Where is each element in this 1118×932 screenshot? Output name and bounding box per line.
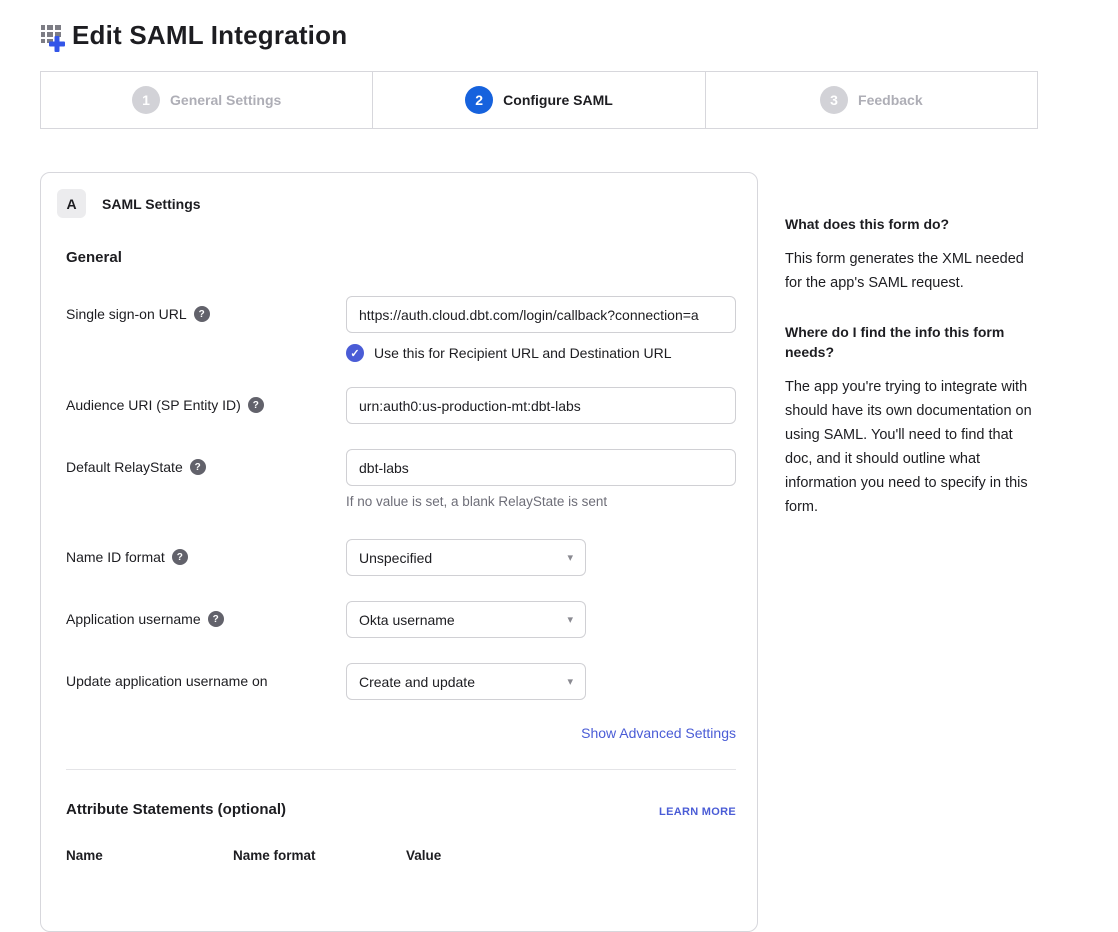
field-label-cell: Audience URI (SP Entity ID) ? — [66, 387, 346, 413]
field-label-cell: Update application username on — [66, 663, 346, 689]
saml-settings-card: A SAML Settings General Single sign-on U… — [40, 172, 758, 932]
page-header: Edit SAML Integration — [40, 20, 347, 51]
column-header-name-format: Name format — [233, 848, 406, 863]
field-row-relay-state: Default RelayState ? If no value is set,… — [66, 449, 736, 509]
help-icon[interactable]: ? — [194, 306, 210, 322]
relay-state-label: Default RelayState — [66, 459, 183, 475]
chevron-down-icon: ▾ — [567, 551, 573, 564]
relay-state-hint: If no value is set, a blank RelayState i… — [346, 494, 736, 509]
attribute-statements-header: Attribute Statements (optional) LEARN MO… — [66, 801, 736, 818]
app-username-label: Application username — [66, 611, 201, 627]
select-value: Okta username — [359, 612, 455, 628]
chevron-down-icon: ▾ — [567, 675, 573, 688]
section-divider — [66, 769, 736, 770]
general-heading: General — [66, 249, 736, 266]
step-number-badge: 1 — [132, 86, 160, 114]
saml-settings-form: General Single sign-on URL ? ✓ Use this … — [66, 249, 736, 863]
wizard-step-general-settings[interactable]: 1 General Settings — [41, 72, 372, 128]
attribute-statements-heading: Attribute Statements (optional) — [66, 801, 286, 818]
wizard-step-feedback[interactable]: 3 Feedback — [705, 72, 1037, 128]
help-icon[interactable]: ? — [208, 611, 224, 627]
field-label-cell: Application username ? — [66, 601, 346, 627]
field-label-cell: Default RelayState ? — [66, 449, 346, 475]
select-value: Unspecified — [359, 550, 432, 566]
field-control-cell: Unspecified ▾ — [346, 539, 736, 576]
name-id-format-select[interactable]: Unspecified ▾ — [346, 539, 586, 576]
advanced-link-row: Show Advanced Settings — [66, 725, 736, 743]
section-header: A SAML Settings — [57, 189, 734, 218]
help-body-where: The app you're trying to integrate with … — [785, 375, 1043, 519]
relay-state-input[interactable] — [346, 449, 736, 486]
step-number-badge: 2 — [465, 86, 493, 114]
help-body-what: This form generates the XML needed for t… — [785, 247, 1043, 295]
app-username-select[interactable]: Okta username ▾ — [346, 601, 586, 638]
page-title: Edit SAML Integration — [72, 20, 347, 51]
field-label-cell: Name ID format ? — [66, 539, 346, 565]
help-icon[interactable]: ? — [248, 397, 264, 413]
grid-plus-app-icon — [40, 23, 68, 53]
recipient-url-checkbox-label: Use this for Recipient URL and Destinati… — [374, 345, 672, 361]
help-panel: What does this form do? This form genera… — [785, 214, 1043, 546]
help-heading-what: What does this form do? — [785, 214, 1043, 234]
audience-uri-input[interactable] — [346, 387, 736, 424]
show-advanced-settings-link[interactable]: Show Advanced Settings — [581, 725, 736, 741]
wizard-step-configure-saml[interactable]: 2 Configure SAML — [372, 72, 704, 128]
section-badge-a: A — [57, 189, 86, 218]
checkbox-checked-icon[interactable]: ✓ — [346, 344, 364, 362]
field-control-cell: Create and update ▾ — [346, 663, 736, 700]
field-row-update-username: Update application username on Create an… — [66, 663, 736, 700]
field-control-cell — [346, 387, 736, 424]
recipient-url-checkbox-row: ✓ Use this for Recipient URL and Destina… — [346, 344, 736, 362]
step-label: General Settings — [170, 92, 281, 108]
column-header-name: Name — [66, 848, 233, 863]
chevron-down-icon: ▾ — [567, 613, 573, 626]
attribute-statements-column-headers: Name Name format Value — [66, 848, 736, 863]
help-icon[interactable]: ? — [172, 549, 188, 565]
select-value: Create and update — [359, 674, 475, 690]
field-control-cell: If no value is set, a blank RelayState i… — [346, 449, 736, 509]
step-label: Feedback — [858, 92, 923, 108]
name-id-format-label: Name ID format — [66, 549, 165, 565]
section-title: SAML Settings — [102, 196, 201, 212]
help-icon[interactable]: ? — [190, 459, 206, 475]
column-header-value: Value — [406, 848, 441, 863]
step-number-badge: 3 — [820, 86, 848, 114]
field-row-sso-url: Single sign-on URL ? ✓ Use this for Reci… — [66, 296, 736, 362]
field-control-cell: ✓ Use this for Recipient URL and Destina… — [346, 296, 736, 362]
update-username-label: Update application username on — [66, 673, 268, 689]
field-row-name-id-format: Name ID format ? Unspecified ▾ — [66, 539, 736, 576]
help-heading-where: Where do I find the info this form needs… — [785, 322, 1043, 362]
learn-more-link[interactable]: LEARN MORE — [659, 806, 736, 818]
step-label: Configure SAML — [503, 92, 613, 108]
wizard-steps: 1 General Settings 2 Configure SAML 3 Fe… — [40, 71, 1038, 129]
sso-url-label: Single sign-on URL — [66, 306, 187, 322]
sso-url-input[interactable] — [346, 296, 736, 333]
field-control-cell: Okta username ▾ — [346, 601, 736, 638]
field-row-app-username: Application username ? Okta username ▾ — [66, 601, 736, 638]
field-label-cell: Single sign-on URL ? — [66, 296, 346, 322]
field-row-audience-uri: Audience URI (SP Entity ID) ? — [66, 387, 736, 424]
audience-uri-label: Audience URI (SP Entity ID) — [66, 397, 241, 413]
update-username-select[interactable]: Create and update ▾ — [346, 663, 586, 700]
